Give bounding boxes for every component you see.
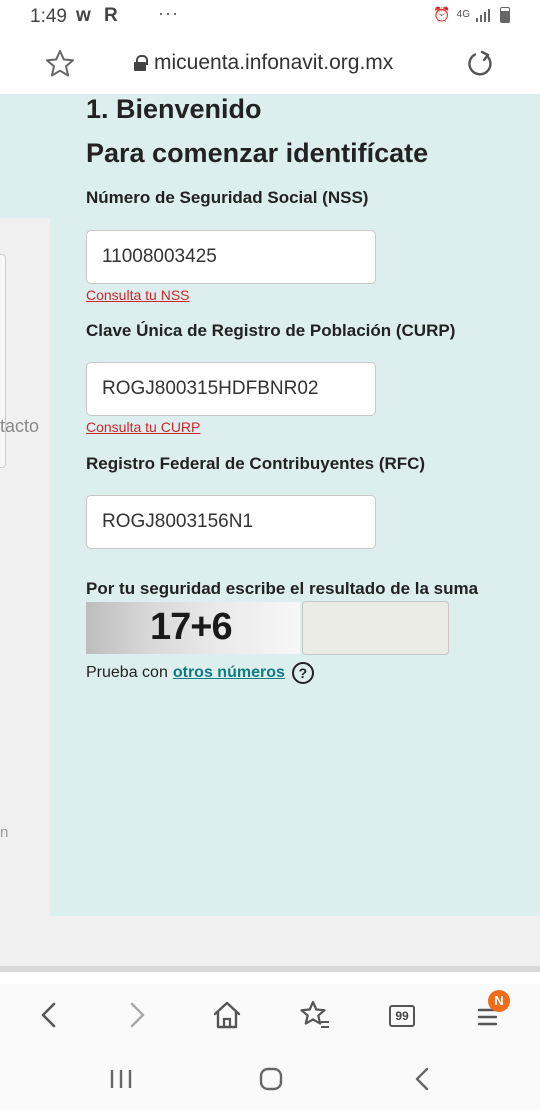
signal-icon xyxy=(476,8,494,22)
side-card-label: tacto xyxy=(0,416,40,436)
retry-prefix: Prueba con xyxy=(86,664,168,681)
nss-label: Número de Seguridad Social (NSS) xyxy=(86,188,369,207)
rfc-label: Registro Federal de Contribuyentes (RFC) xyxy=(86,454,426,473)
otros-numeros-link[interactable]: otros números xyxy=(173,664,285,682)
recent-apps-icon[interactable] xyxy=(106,1066,136,1092)
step-title: 1. Bienvenido xyxy=(86,94,262,124)
notification-app-icons: w R xyxy=(76,5,122,26)
bookmark-star-icon[interactable] xyxy=(44,48,76,80)
url-text: micuenta.infonavit.org.mx xyxy=(154,51,394,74)
reload-icon[interactable] xyxy=(464,48,496,80)
curp-field[interactable]: ROGJ800315HDFBNR02 xyxy=(86,362,376,416)
network-type: 4G xyxy=(456,9,470,20)
lock-icon xyxy=(134,55,148,71)
tabs-icon: 99 xyxy=(389,1005,415,1027)
url-field[interactable]: micuenta.infonavit.org.mx xyxy=(134,51,393,75)
tab-count: 99 xyxy=(395,1009,409,1023)
system-nav-bar xyxy=(0,1046,540,1110)
back-icon[interactable] xyxy=(32,998,66,1032)
captcha-refresh-row: Prueba con otros números ? xyxy=(86,662,314,684)
captcha-label: Por tu seguridad escribe el resultado de… xyxy=(86,579,479,598)
tabs-button[interactable]: 99 xyxy=(386,998,420,1032)
rfc-field[interactable]: ROGJ8003156N1 xyxy=(86,495,376,549)
captcha-answer-input[interactable] xyxy=(302,601,449,655)
home-nav-icon[interactable] xyxy=(256,1066,286,1092)
help-icon[interactable]: ? xyxy=(291,662,314,684)
consulta-curp-link[interactable]: Consulta tu CURP xyxy=(86,419,200,435)
below-content xyxy=(0,972,540,984)
consulta-nss-link[interactable]: Consulta tu NSS xyxy=(86,287,190,303)
more-notifications-icon: ··· xyxy=(158,3,179,23)
alarm-icon: ⏰ xyxy=(433,6,451,22)
page-title: Para comenzar identifícate xyxy=(86,138,429,168)
status-time: 1:49 xyxy=(30,6,67,27)
notification-badge: N xyxy=(488,990,510,1012)
status-indicators: ⏰ 4G xyxy=(433,6,510,23)
address-bar: micuenta.infonavit.org.mx xyxy=(0,34,540,94)
side-fragment: n xyxy=(0,824,9,841)
curp-label: Clave Única de Registro de Población (CU… xyxy=(86,321,456,340)
captcha-image: 17+6 xyxy=(86,602,300,654)
forward-icon[interactable] xyxy=(120,998,154,1032)
nss-field[interactable]: 11008003425 xyxy=(86,230,376,284)
browser-toolbar: 99 N xyxy=(0,984,540,1046)
status-bar: 1:49 w R ··· ⏰ 4G xyxy=(0,0,540,34)
back-nav-icon[interactable] xyxy=(408,1066,438,1092)
battery-icon xyxy=(500,6,510,23)
bookmarks-icon[interactable] xyxy=(297,998,331,1032)
home-icon[interactable] xyxy=(210,998,244,1032)
captcha-text: 17+6 xyxy=(150,606,233,648)
page-content: tacto n 1. Bienvenido Para comenzar iden… xyxy=(0,94,540,966)
